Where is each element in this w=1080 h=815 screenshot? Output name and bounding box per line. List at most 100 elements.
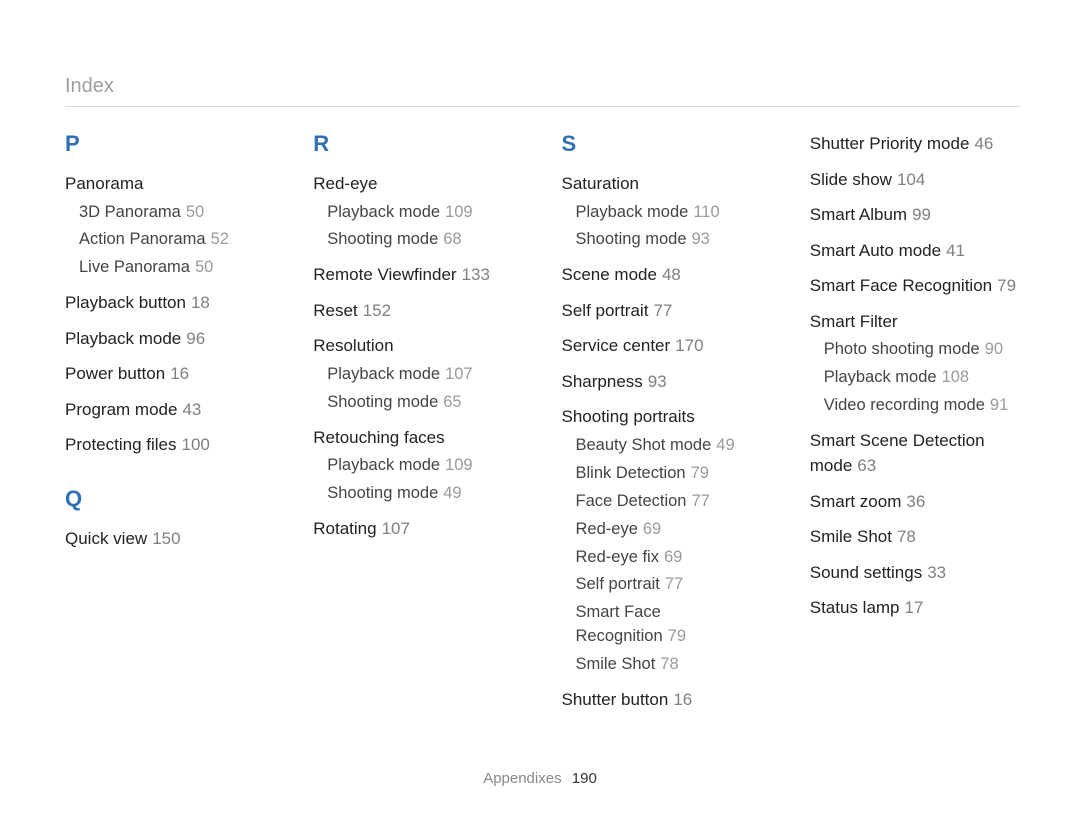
index-page-number: 77 [691,492,709,510]
index-subterm: Red-eye fix [576,548,659,566]
index-term: Smart zoom [810,492,902,511]
index-subterm: 3D Panorama [79,203,181,221]
index-subentry: Playback mode 107 [327,363,523,387]
index-page-number: 65 [443,393,461,411]
index-page-number: 43 [182,400,201,419]
index-term: Shooting portraits [562,407,695,426]
index-term: Shutter button [562,690,669,709]
index-page-number: 36 [906,492,925,511]
index-page-number: 109 [445,456,473,474]
index-entry: Smart Album99 [810,202,1020,228]
index-page-number: 99 [912,205,931,224]
index-subentry: Shooting mode 68 [327,228,523,252]
index-subentry: Beauty Shot mode49 [576,434,772,458]
index-subentry: Video recording mode 91 [824,394,1020,418]
index-subterm: Video recording mode [824,396,985,414]
index-subentry: Playback mode 109 [327,454,523,478]
index-subentry: Red-eye69 [576,518,772,542]
index-subentry: Shooting mode93 [576,228,772,252]
index-page-number: 52 [211,230,229,248]
index-subentry: Photo shooting mode90 [824,338,1020,362]
index-subterm: Playback mode [327,365,440,383]
index-entry: Protecting files100 [65,432,275,458]
index-entry: Program mode43 [65,397,275,423]
index-page-number: 107 [445,365,473,383]
index-term: Service center [562,336,671,355]
index-subterm: Playback mode [824,368,937,386]
index-column: Shutter Priority mode46 Slide show 104 Smar… [810,131,1020,723]
index-page-number: 46 [974,134,993,153]
index-page-number: 78 [660,655,678,673]
page-title: Index [65,75,1020,107]
index-entry: Shutter Priority mode46 [810,131,1020,157]
index-page-number: 77 [653,301,672,320]
index-entry: Self portrait77 [562,298,772,324]
index-page-number: 77 [665,575,683,593]
index-term: Status lamp [810,598,900,617]
index-subentry: 3D Panorama50 [79,201,275,225]
index-subterm: Shooting mode [327,230,438,248]
index-term: Protecting files [65,435,177,454]
index-entry: Reset152 [313,298,523,324]
index-page-number: 49 [443,484,461,502]
index-column: PPanorama3D Panorama50Action Panorama52L… [65,131,275,723]
index-term: Reset [313,301,357,320]
index-term: Slide show [810,170,892,189]
index-term: Sound settings [810,563,922,582]
index-entry: Panorama3D Panorama50Action Panorama52Li… [65,171,275,280]
index-columns: PPanorama3D Panorama50Action Panorama52L… [65,131,1020,723]
index-term: Playback mode [65,329,181,348]
index-entry: Status lamp17 [810,595,1020,621]
index-subentry: Smart Face Recognition79 [576,601,772,649]
index-subterm: Live Panorama [79,258,190,276]
index-subterm: Playback mode [576,203,689,221]
index-entry: Scene mode 48 [562,262,772,288]
index-subterm: Red-eye [576,520,638,538]
index-term: Red-eye [313,174,377,193]
index-entry: Retouching faces Playback mode 109 Shooting… [313,425,523,506]
index-entry: Smart zoom36 [810,489,1020,515]
index-subentry: Self portrait77 [576,573,772,597]
index-entry: Smart Face Recognition79 [810,273,1020,299]
index-entry: Smart Filter Photo shooting mode90 Playbac… [810,309,1020,418]
index-term: Scene mode [562,265,657,284]
index-page-number: 79 [691,464,709,482]
page: Index PPanorama3D Panorama50Action Panor… [0,0,1080,815]
index-entry: ResolutionPlayback mode107Shooting mode6… [313,333,523,414]
index-column: SSaturationPlayback mode110Shooting mode… [562,131,772,723]
index-page-number: 63 [857,456,876,475]
index-page-number: 133 [462,265,490,284]
index-entry: Red-eyePlayback mode109Shooting mode68 [313,171,523,252]
footer-page-number: 190 [572,770,597,787]
index-term: Power button [65,364,165,383]
index-term: Remote Viewfinder [313,265,456,284]
index-entry: Sharpness93 [562,369,772,395]
index-term: Shutter Priority mode [810,134,970,153]
index-subterm: Shooting mode [327,484,438,502]
index-subterm: Playback mode [327,456,440,474]
index-subentry: Red-eye fix69 [576,546,772,570]
index-page-number: 79 [997,276,1016,295]
index-subterm: Action Panorama [79,230,206,248]
index-subentry: Smile Shot78 [576,653,772,677]
index-page-number: 48 [662,265,681,284]
index-page-number: 110 [693,203,719,221]
index-term: Retouching faces [313,428,444,447]
index-page-number: 16 [170,364,189,383]
index-page-number: 18 [191,293,210,312]
index-term: Quick view [65,529,147,548]
index-subterm: Smile Shot [576,655,656,673]
index-term: Sharpness [562,372,643,391]
index-entry: Power button 16 [65,361,275,387]
index-entry: Playback mode96 [65,326,275,352]
index-page-number: 68 [443,230,461,248]
index-page-number: 104 [897,170,925,189]
index-page-number: 91 [990,396,1008,414]
index-term: Smart Filter [810,312,898,331]
index-page-number: 93 [692,230,710,248]
index-subterm: Shooting mode [327,393,438,411]
index-entry: Shooting portraitsBeauty Shot mode49Blin… [562,404,772,677]
index-subterm: Beauty Shot mode [576,436,712,454]
index-entry: Smile Shot78 [810,524,1020,550]
index-entry: Shutter button16 [562,687,772,713]
